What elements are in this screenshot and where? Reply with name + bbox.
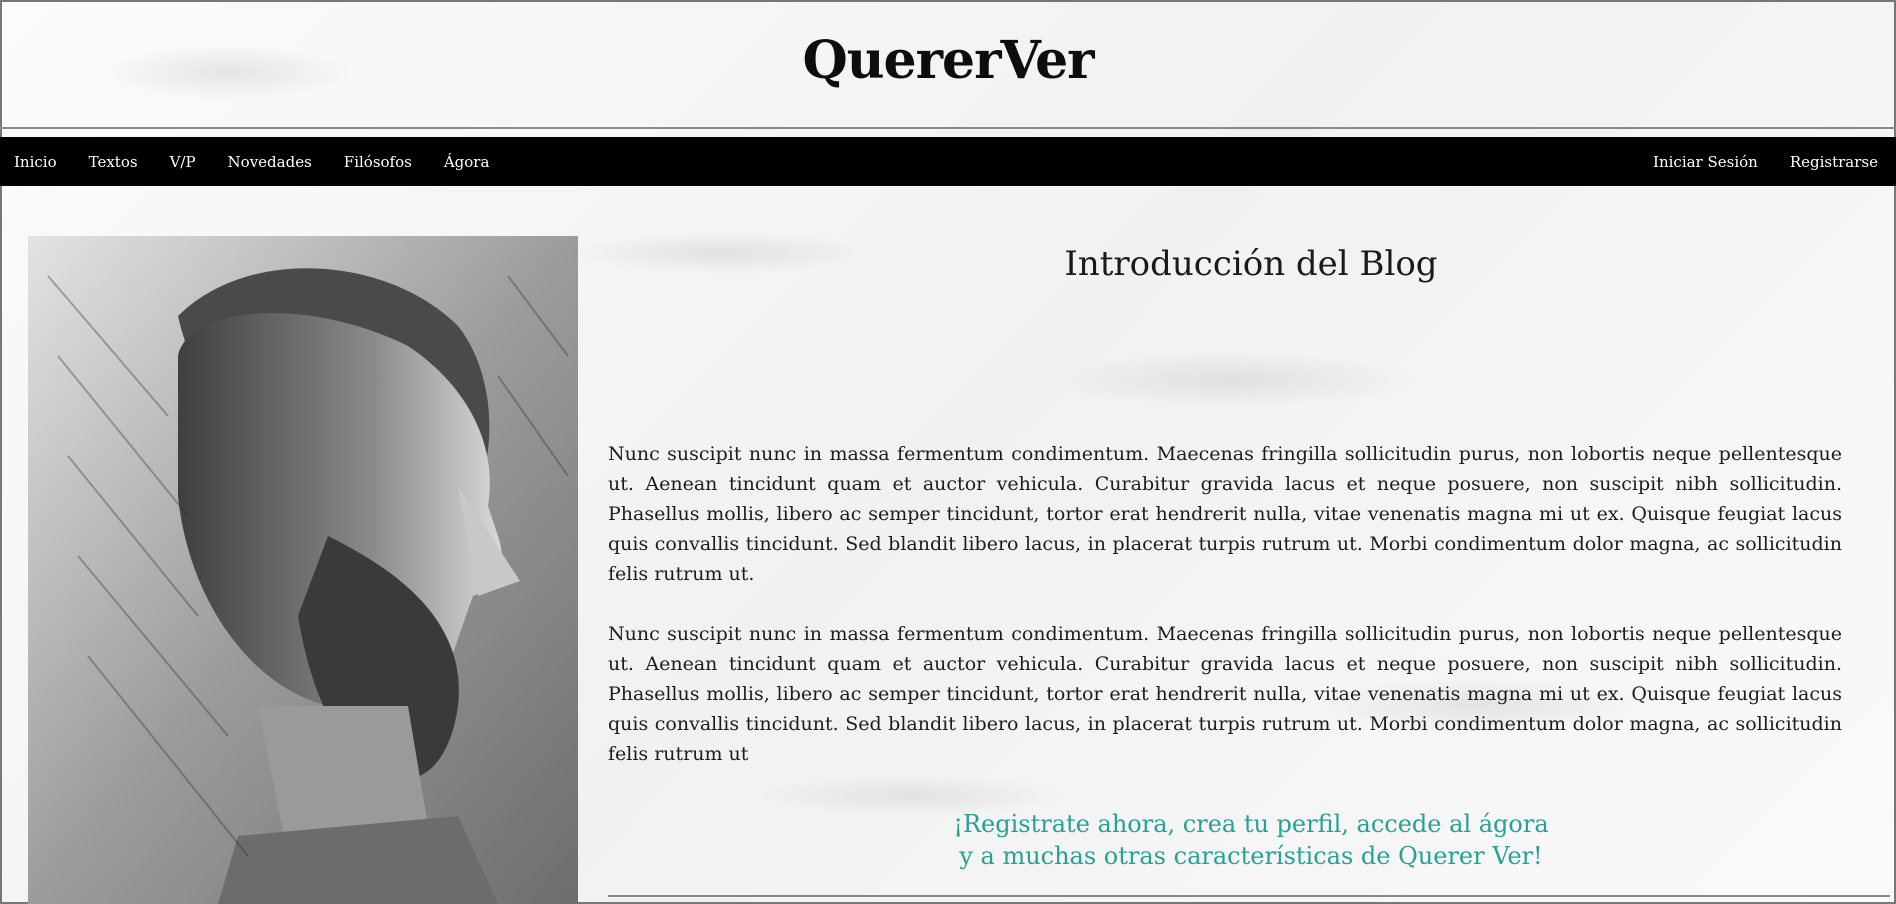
nav-link-agora[interactable]: Ágora: [428, 137, 506, 186]
main-navbar: Inicio Textos V/P Novedades Filósofos Ág…: [0, 137, 1896, 186]
philosopher-bust-image: [28, 236, 578, 904]
blog-intro-title: Introducción del Blog: [1064, 243, 1438, 284]
section-divider: [608, 895, 1890, 897]
site-header: QuererVer: [0, 0, 1896, 129]
header-divider: [0, 127, 1896, 129]
cta-line-1: ¡Registrate ahora, crea tu perfil, acced…: [953, 810, 1549, 838]
login-link[interactable]: Iniciar Sesión: [1637, 137, 1774, 186]
nav-left-group: Inicio Textos V/P Novedades Filósofos Ág…: [0, 137, 505, 186]
philosopher-bust-icon: [28, 236, 578, 904]
register-cta[interactable]: ¡Registrate ahora, crea tu perfil, acced…: [608, 808, 1894, 872]
nav-link-textos[interactable]: Textos: [73, 137, 154, 186]
cta-line-2: y a muchas otras características de Quer…: [959, 842, 1543, 870]
nav-link-novedades[interactable]: Novedades: [212, 137, 328, 186]
register-link[interactable]: Registrarse: [1774, 137, 1896, 186]
nav-link-inicio[interactable]: Inicio: [0, 137, 73, 186]
nav-link-vp[interactable]: V/P: [154, 137, 212, 186]
blog-paragraph-1: Nunc suscipit nunc in massa fermentum co…: [608, 443, 1842, 585]
blog-paragraph-2: Nunc suscipit nunc in massa fermentum co…: [608, 623, 1842, 765]
site-title[interactable]: QuererVer: [0, 30, 1896, 91]
nav-right-group: Iniciar Sesión Registrarse: [1637, 137, 1896, 186]
nav-link-filosofos[interactable]: Filósofos: [328, 137, 428, 186]
